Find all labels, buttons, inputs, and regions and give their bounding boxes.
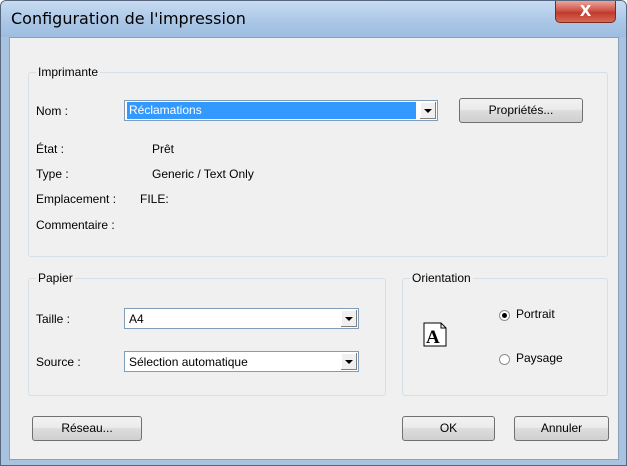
paper-source-value: Sélection automatique xyxy=(129,355,248,369)
dialog-body: Imprimante Nom : Réclamations Propriétés… xyxy=(9,37,619,460)
printer-status-label: État : xyxy=(36,142,65,156)
portrait-radio[interactable] xyxy=(499,310,510,321)
ok-button[interactable]: OK xyxy=(402,416,495,441)
printer-location-value: FILE: xyxy=(140,192,169,206)
title-bar[interactable]: Configuration de l'impression X xyxy=(1,1,626,37)
portrait-page-icon-letter: A xyxy=(426,327,440,347)
landscape-radio[interactable] xyxy=(499,354,510,365)
paper-source-dropdown[interactable]: Sélection automatique xyxy=(124,351,359,372)
portrait-label[interactable]: Portrait xyxy=(516,307,555,321)
print-setup-dialog: Configuration de l'impression X Impriman… xyxy=(0,0,627,466)
chevron-down-icon[interactable] xyxy=(340,310,357,327)
orientation-group: Orientation A Portrait Paysage xyxy=(402,271,608,396)
close-button[interactable]: X xyxy=(555,1,616,23)
printer-name-label: Nom : xyxy=(36,104,69,118)
portrait-page-icon: A xyxy=(423,322,447,347)
paper-size-label: Taille : xyxy=(36,312,71,326)
printer-name-dropdown[interactable]: Réclamations xyxy=(124,100,438,121)
paper-group: Papier Taille : A4 Source : Sélection au… xyxy=(28,271,386,396)
cancel-button[interactable]: Annuler xyxy=(514,416,609,441)
printer-comment-label: Commentaire : xyxy=(36,218,115,232)
printer-group: Imprimante Nom : Réclamations Propriétés… xyxy=(28,65,608,257)
printer-status-value: Prêt xyxy=(152,142,175,156)
window-title: Configuration de l'impression xyxy=(11,9,246,28)
paper-group-legend: Papier xyxy=(36,271,75,285)
chevron-down-icon[interactable] xyxy=(419,102,436,119)
printer-type-value: Generic / Text Only xyxy=(152,167,254,181)
chevron-down-icon[interactable] xyxy=(340,353,357,370)
orientation-group-legend: Orientation xyxy=(410,271,473,285)
landscape-label[interactable]: Paysage xyxy=(516,351,563,365)
printer-group-legend: Imprimante xyxy=(36,65,101,79)
printer-type-label: Type : xyxy=(36,167,69,181)
paper-size-dropdown[interactable]: A4 xyxy=(124,308,359,329)
printer-name-value: Réclamations xyxy=(127,102,416,119)
paper-size-value: A4 xyxy=(129,312,144,326)
paper-source-label: Source : xyxy=(36,355,81,369)
properties-button[interactable]: Propriétés... xyxy=(459,98,583,123)
close-icon: X xyxy=(579,2,592,20)
printer-location-label: Emplacement : xyxy=(36,192,117,206)
network-button[interactable]: Réseau... xyxy=(32,416,142,441)
